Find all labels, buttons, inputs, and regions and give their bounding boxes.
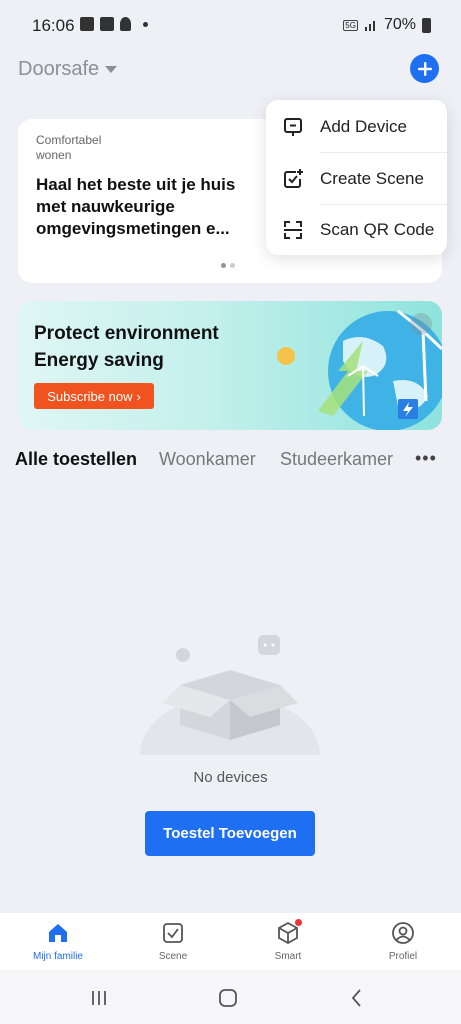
app-notification-icon xyxy=(80,17,94,31)
status-bar: 16:06 5G 70% xyxy=(0,0,461,50)
menu-item-create-scene[interactable]: Create Scene xyxy=(266,153,447,205)
info-card-subtitle: Comfortabel wonen xyxy=(36,133,102,162)
home-name: Doorsafe xyxy=(18,58,100,80)
status-notification-icons xyxy=(80,17,148,31)
info-card-title: Haal het beste uit je huis met nauwkeuri… xyxy=(36,175,236,238)
bell-icon xyxy=(120,17,131,31)
battery-icon xyxy=(422,17,431,33)
home-icon xyxy=(49,924,67,942)
caret-down-icon xyxy=(105,66,118,73)
menu-item-add-device[interactable]: Add Device xyxy=(266,101,447,153)
recent-apps-icon[interactable] xyxy=(89,988,109,1008)
add-menu-popup: Add Device Create Scene Scan QR Code xyxy=(266,100,447,255)
menu-item-label: Create Scene xyxy=(320,169,424,188)
bottom-nav: Mijn familie Scene Smart Profiel xyxy=(0,913,461,970)
add-button[interactable] xyxy=(410,54,439,83)
menu-item-scan-qr[interactable]: Scan QR Code xyxy=(266,204,447,256)
more-notifications-icon xyxy=(143,21,148,27)
nav-item-profile[interactable]: Profiel xyxy=(357,921,449,962)
nav-item-scene[interactable]: Scene xyxy=(127,921,219,962)
status-right: 5G 70% xyxy=(343,16,431,34)
add-device-icon xyxy=(284,118,302,136)
profile-icon xyxy=(392,922,414,944)
room-tabs: Alle toestellen Woonkamer Studeerkamer •… xyxy=(15,446,461,474)
home-button-icon[interactable] xyxy=(218,988,238,1008)
promo-banner[interactable]: Protect environment Energy saving Subscr… xyxy=(18,301,442,430)
carousel-dot xyxy=(221,263,226,268)
nav-label: Profiel xyxy=(388,951,418,962)
banner-headline: Protect environment xyxy=(34,323,219,344)
menu-item-label: Scan QR Code xyxy=(320,220,435,239)
tab-studeerkamer[interactable]: Studeerkamer xyxy=(280,449,393,470)
tab-alle-toestellen[interactable]: Alle toestellen xyxy=(15,449,137,470)
banner-subheadline: Energy saving xyxy=(34,350,164,371)
home-selector[interactable]: Doorsafe xyxy=(18,58,118,81)
gallery-notification-icon xyxy=(100,17,114,31)
status-time: 16:06 xyxy=(32,16,75,35)
empty-state-text: No devices xyxy=(193,769,268,786)
tab-woonkamer[interactable]: Woonkamer xyxy=(159,449,256,470)
banner-close-button[interactable] xyxy=(410,313,432,335)
system-navigation-bar xyxy=(0,970,461,1024)
scene-icon xyxy=(163,923,183,943)
battery-percent: 70% xyxy=(383,16,416,33)
network-type: 5G xyxy=(343,19,358,31)
empty-box-illustration xyxy=(140,635,320,755)
add-device-button[interactable]: Toestel Toevoegen xyxy=(145,811,315,856)
signal-icon xyxy=(364,21,375,31)
carousel-indicator xyxy=(221,263,235,268)
nav-label: Smart xyxy=(274,951,302,962)
scan-qr-icon xyxy=(284,221,302,239)
nav-label: Scene xyxy=(158,951,188,962)
subscribe-button-label: Subscribe now xyxy=(47,388,133,404)
notification-dot xyxy=(295,919,302,926)
nav-item-smart[interactable]: Smart xyxy=(242,919,334,962)
create-scene-icon xyxy=(284,169,303,188)
chevron-right-icon: › xyxy=(136,388,141,404)
carousel-dot xyxy=(230,263,235,268)
subscribe-button[interactable]: Subscribe now › xyxy=(34,383,154,409)
menu-item-label: Add Device xyxy=(320,117,407,136)
nav-item-home[interactable]: Mijn familie xyxy=(12,921,104,962)
more-tabs-icon[interactable]: ••• xyxy=(415,448,437,469)
back-icon[interactable] xyxy=(347,988,367,1008)
plus-icon xyxy=(417,61,432,76)
nav-label: Mijn familie xyxy=(32,951,83,962)
